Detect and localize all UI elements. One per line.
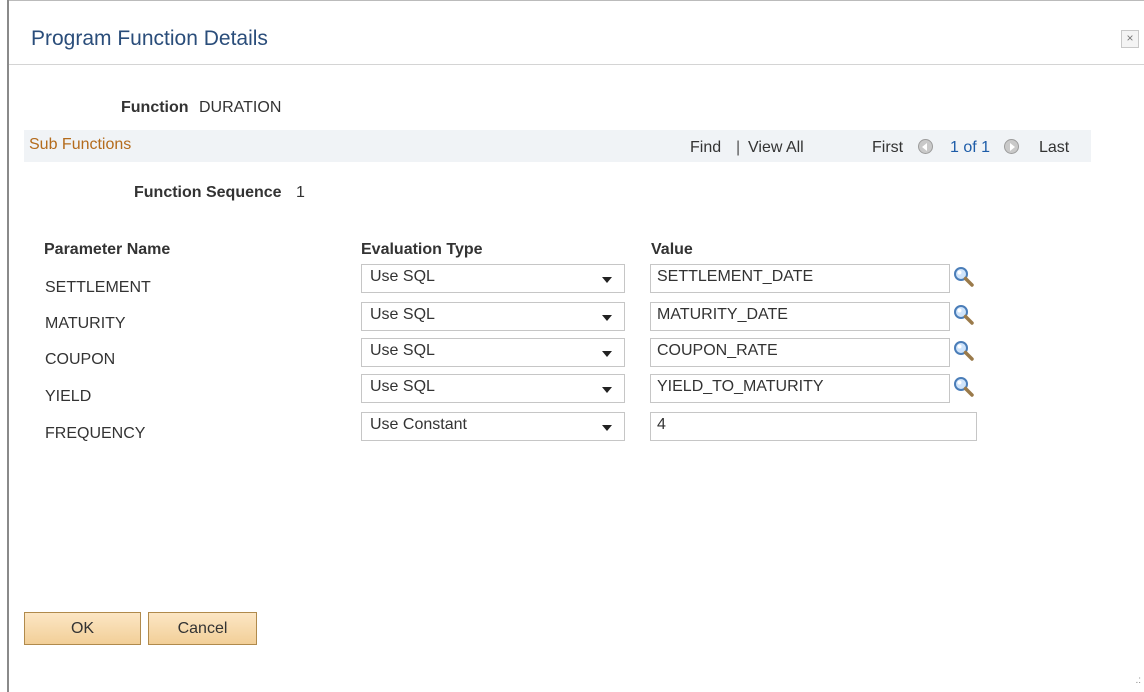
evaluation-type-value: Use SQL xyxy=(370,306,435,323)
find-link[interactable]: Find xyxy=(690,139,721,157)
magnifier-icon[interactable] xyxy=(953,340,975,362)
evaluation-type-select[interactable]: Use SQL xyxy=(361,338,625,367)
view-all-link[interactable]: View All xyxy=(748,139,804,157)
parameter-name: SETTLEMENT xyxy=(45,279,151,296)
function-value: DURATION xyxy=(199,99,282,116)
function-label: Function xyxy=(121,99,189,116)
sub-functions-header: Sub Functions Find | View All First 1 of… xyxy=(24,130,1091,162)
function-sequence-field: Function Sequence 1 xyxy=(134,184,305,202)
first-label: First xyxy=(872,139,904,156)
value-input[interactable]: SETTLEMENT_DATE xyxy=(650,264,950,293)
parameter-name: COUPON xyxy=(45,351,116,368)
caret-down-icon xyxy=(602,315,612,321)
close-icon[interactable]: × xyxy=(1121,30,1139,48)
caret-down-icon xyxy=(602,387,612,393)
evaluation-type-value: Use Constant xyxy=(370,416,467,433)
evaluation-type-select[interactable]: Use Constant xyxy=(361,412,625,441)
cancel-button[interactable]: Cancel xyxy=(148,612,257,645)
dialog-titlebar: Program Function Details × xyxy=(9,1,1144,65)
magnifier-icon[interactable] xyxy=(953,304,975,326)
caret-down-icon xyxy=(602,277,612,283)
magnifier-icon[interactable] xyxy=(953,266,975,288)
ok-button[interactable]: OK xyxy=(24,612,141,645)
value-input[interactable]: MATURITY_DATE xyxy=(650,302,950,331)
resize-grip-icon[interactable]: .: xyxy=(1135,675,1141,686)
evaluation-type-value: Use SQL xyxy=(370,268,435,285)
evaluation-type-select[interactable]: Use SQL xyxy=(361,374,625,403)
page-info: 1 of 1 xyxy=(950,139,991,156)
parameter-name: YIELD xyxy=(45,388,92,405)
function-sequence-label: Function Sequence xyxy=(134,184,282,201)
parameter-name: MATURITY xyxy=(45,315,126,332)
column-header-evaluation-type: Evaluation Type xyxy=(361,241,483,258)
value-input[interactable]: YIELD_TO_MATURITY xyxy=(650,374,950,403)
function-field: Function DURATION xyxy=(121,99,281,117)
arrow-left-circle-icon xyxy=(918,139,933,154)
column-header-parameter-name: Parameter Name xyxy=(44,241,171,258)
last-label: Last xyxy=(1039,139,1070,156)
evaluation-type-value: Use SQL xyxy=(370,378,435,395)
function-sequence-value: 1 xyxy=(296,184,305,201)
column-header-value: Value xyxy=(651,241,693,258)
window-left-border xyxy=(7,0,9,692)
caret-down-icon xyxy=(602,425,612,431)
caret-down-icon xyxy=(602,351,612,357)
value-input[interactable]: COUPON_RATE xyxy=(650,338,950,367)
evaluation-type-select[interactable]: Use SQL xyxy=(361,302,625,331)
nav-separator: | xyxy=(736,139,741,156)
value-input[interactable]: 4 xyxy=(650,412,977,441)
prev-button[interactable] xyxy=(918,139,933,158)
dialog-title: Program Function Details xyxy=(31,27,268,50)
arrow-right-circle-icon xyxy=(1004,139,1019,154)
magnifier-icon[interactable] xyxy=(953,376,975,398)
sub-functions-title: Sub Functions xyxy=(29,136,132,153)
parameter-name: FREQUENCY xyxy=(45,425,146,442)
evaluation-type-value: Use SQL xyxy=(370,342,435,359)
evaluation-type-select[interactable]: Use SQL xyxy=(361,264,625,293)
next-button[interactable] xyxy=(1004,139,1019,158)
